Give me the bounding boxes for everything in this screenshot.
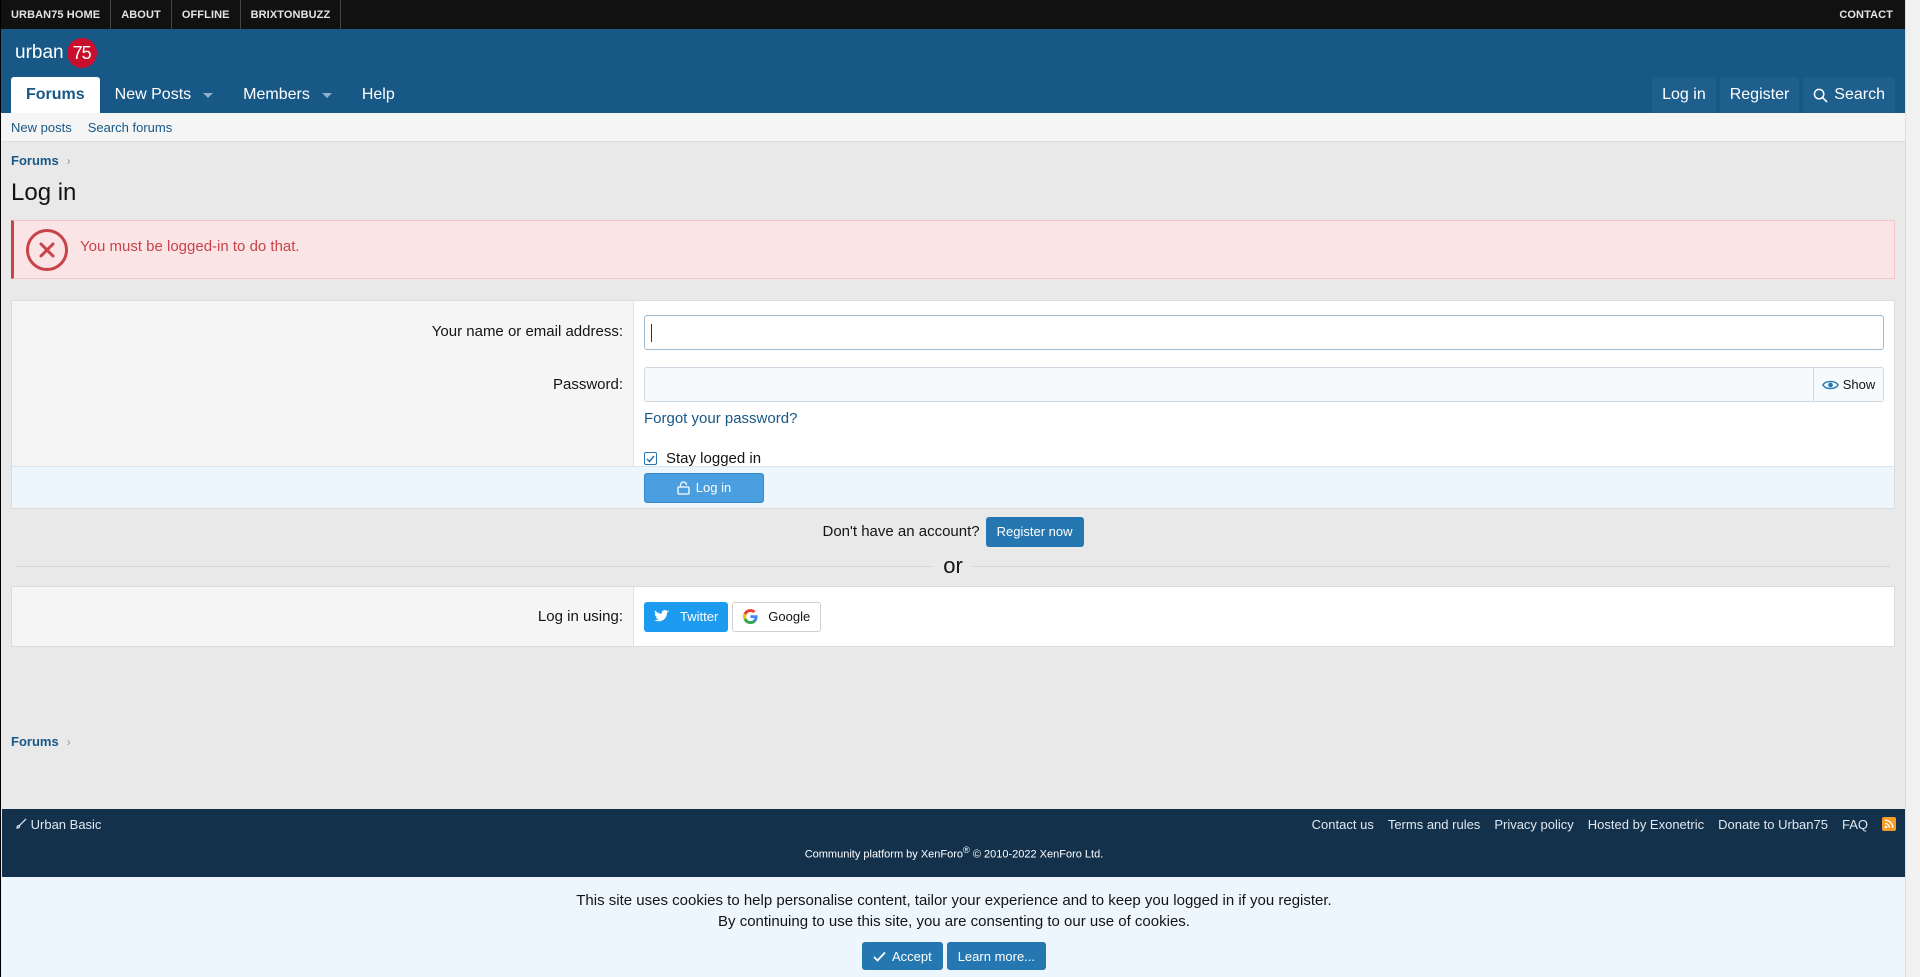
error-alert: You must be logged-in to do that. [11,220,1895,279]
account-nav: Log in Register Search [1652,77,1895,113]
tab-new-posts-label: New Posts [114,86,192,103]
tab-new-posts[interactable]: New Posts [100,77,228,113]
footer-copyright: Community platform by XenForo® © 2010-20… [2,845,1906,861]
register-prompt: Don't have an account? Register now [11,509,1895,554]
google-icon [743,609,758,624]
chevron-right-icon: › [66,153,71,168]
checkbox-checked-icon[interactable] [644,452,657,465]
cookie-line-2: By continuing to use this site, you are … [718,913,1190,930]
footer-faq[interactable]: FAQ [1842,817,1868,832]
login-submit-button[interactable]: Log in [644,472,764,503]
tab-forums[interactable]: Forums [11,77,100,113]
username-label: Your name or email address: [12,301,634,365]
subnav-search-forums[interactable]: Search forums [88,120,173,135]
show-password-label: Show [1842,377,1876,392]
chevron-down-icon[interactable] [321,92,332,98]
logo-word: urban [15,42,64,63]
style-chooser-link[interactable]: Urban Basic [16,817,101,832]
chevron-right-icon: › [66,734,71,749]
login-submit-label: Log in [695,480,732,495]
social-login-box: Log in using: Twitter Google [11,586,1895,647]
tab-members[interactable]: Members [228,77,347,113]
registered-mark: ® [963,845,970,855]
breadcrumb-bottom: Forums › [11,723,1895,760]
breadcrumb-forums[interactable]: Forums [11,153,59,168]
search-label: Search [1834,86,1885,103]
breadcrumb-forums-bottom[interactable]: Forums [11,734,59,749]
site-header: urban 75 Forums New Posts Members Help L… [1,29,1905,113]
or-text: or [933,553,973,578]
password-field: Show [644,367,1884,402]
cookie-learn-more-button[interactable]: Learn more... [946,942,1047,970]
search-icon [1813,88,1828,103]
cookie-notice: This site uses cookies to help personali… [2,877,1906,977]
topnav-link-offline[interactable]: OFFLINE [172,0,241,29]
main-content: Forums › Log in You must be logged-in to… [1,142,1905,760]
rss-icon[interactable] [1882,817,1896,831]
stay-logged-in-checkbox[interactable]: Stay logged in [644,450,1884,467]
twitter-login-label: Twitter [680,609,719,624]
social-login-label: Log in using: [12,587,634,646]
username-input[interactable] [644,315,1884,350]
checkmark-icon [873,951,886,962]
search-button[interactable]: Search [1803,77,1895,113]
tab-help-label: Help [361,86,395,103]
register-link[interactable]: Register [1719,77,1800,113]
subnav-new-posts[interactable]: New posts [11,120,72,135]
login-form: Your name or email address: Password: Sh… [11,300,1895,509]
form-submit-row: Log in [12,466,1894,508]
error-message: You must be logged-in to do that. [80,238,300,255]
paintbrush-icon [16,817,27,829]
register-now-button[interactable]: Register now [985,516,1084,547]
or-divider: or [11,553,1895,578]
footer-copyright-a: Community platform by XenForo [804,848,964,861]
footer-privacy[interactable]: Privacy policy [1494,817,1573,832]
lock-icon [677,480,690,495]
footer-terms[interactable]: Terms and rules [1388,817,1480,832]
main-nav: Forums New Posts Members Help [11,77,410,113]
cookie-line-1: This site uses cookies to help personali… [576,892,1332,909]
page-frame: URBAN75 HOME ABOUT OFFLINE BRIXTONBUZZ C… [0,0,1906,977]
cookie-accept-button[interactable]: Accept [861,942,943,970]
site-footer: Urban Basic Contact us Terms and rules P… [2,809,1906,877]
topnav-link-home[interactable]: URBAN75 HOME [1,0,112,29]
site-logo[interactable]: urban 75 [15,38,97,68]
page-title: Log in [11,179,77,206]
tab-help[interactable]: Help [347,77,410,113]
stay-logged-in-label: Stay logged in [666,450,762,467]
footer-donate[interactable]: Donate to Urban75 [1718,817,1828,832]
show-password-button[interactable]: Show [1813,368,1883,401]
topnav-link-about[interactable]: ABOUT [111,0,172,29]
forgot-password-link[interactable]: Forgot your password? [644,410,797,427]
breadcrumb: Forums › [11,142,1895,179]
footer-hosted[interactable]: Hosted by Exonetric [1588,817,1704,832]
footer-contact-us[interactable]: Contact us [1312,817,1374,832]
scrollbar[interactable] [1905,0,1920,977]
cookie-accept-label: Accept [891,948,932,964]
top-navigation: URBAN75 HOME ABOUT OFFLINE BRIXTONBUZZ C… [1,0,1905,29]
google-login-button[interactable]: Google [732,601,822,632]
password-label: Password: [12,365,634,466]
password-input[interactable] [645,368,1813,401]
topnav-link-brixtonbuzz[interactable]: BRIXTONBUZZ [241,0,342,29]
tab-members-label: Members [243,86,310,103]
tab-forums-label: Forums [26,86,85,103]
twitter-icon [654,610,670,622]
chevron-down-icon[interactable] [203,92,214,98]
style-chooser-label: Urban Basic [30,816,102,832]
register-prompt-text: Don't have an account? [822,523,980,540]
footer-copyright-b: © 2010-2022 XenForo Ltd. [969,848,1104,861]
sub-navigation: New posts Search forums [1,113,1905,142]
eye-icon [1821,380,1839,389]
twitter-login-button[interactable]: Twitter [644,601,729,632]
google-login-label: Google [768,609,811,624]
error-icon [26,229,68,271]
logo-badge: 75 [66,38,97,68]
login-link[interactable]: Log in [1652,77,1716,113]
topnav-link-contact[interactable]: CONTACT [1829,0,1905,29]
